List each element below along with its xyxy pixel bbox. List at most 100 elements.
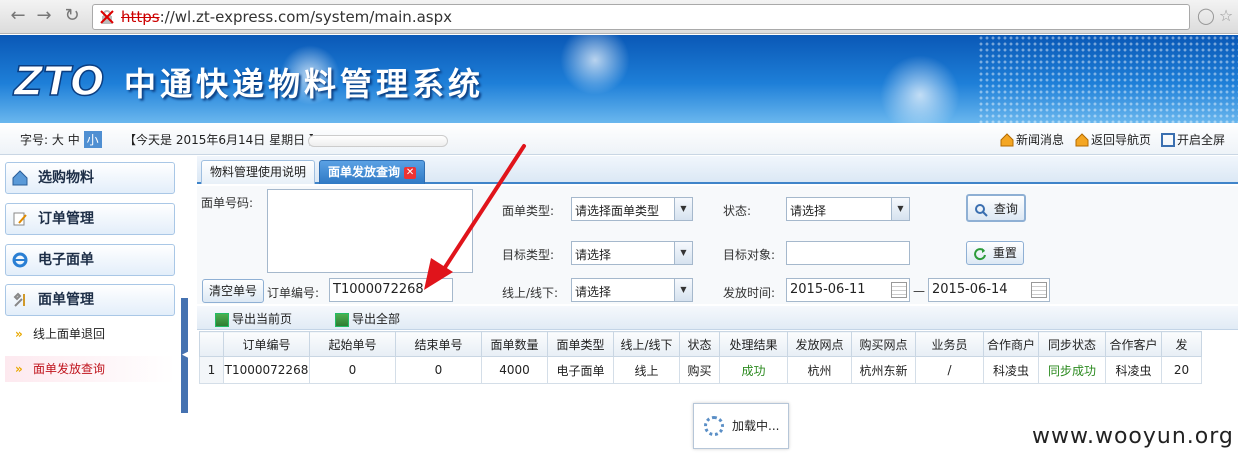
calendar-icon[interactable] bbox=[1031, 282, 1047, 298]
news-link-label: 新闻消息 bbox=[1016, 133, 1065, 147]
system-title: 中通快递物料管理系统 bbox=[124, 65, 485, 103]
cell-sync-status: 同步成功 bbox=[1038, 356, 1106, 384]
browser-toolbar: ← → ↻ https://wl.zt-express.com/system/m… bbox=[0, 0, 1238, 34]
sidebar-item-label: 选购物料 bbox=[38, 170, 94, 186]
column-header[interactable]: 结束单号 bbox=[395, 331, 482, 357]
sidebar-sub-online-return[interactable]: » 线上面单退回 bbox=[5, 321, 175, 347]
waybill-no-textarea[interactable] bbox=[267, 189, 473, 273]
sidebar-sub-issue-query[interactable]: » 面单发放查询 bbox=[5, 356, 175, 382]
export-all-button[interactable]: 导出全部 bbox=[335, 310, 400, 327]
home-icon bbox=[1075, 132, 1089, 146]
query-button-label: 查询 bbox=[993, 202, 1018, 216]
sidebar-item-waybill-mgmt[interactable]: 面单管理 bbox=[5, 284, 175, 316]
column-header[interactable]: 合作商户 bbox=[983, 331, 1039, 357]
column-header[interactable]: 发 bbox=[1161, 331, 1202, 357]
sidebar-item-e-waybill[interactable]: 电子面单 bbox=[5, 244, 175, 276]
tab-label: 面单发放查询 bbox=[328, 165, 401, 179]
news-link[interactable]: 新闻消息 bbox=[1000, 131, 1064, 148]
watermark: www.wooyun.org bbox=[1032, 424, 1234, 449]
back-arrow-icon[interactable]: ← bbox=[8, 6, 28, 26]
query-button[interactable]: 查询 bbox=[966, 194, 1026, 222]
waybill-type-label: 面单类型: bbox=[502, 204, 555, 218]
home-icon bbox=[1000, 132, 1014, 146]
font-medium-option[interactable]: 中 bbox=[68, 133, 80, 147]
dropdown-arrow-icon: ▼ bbox=[674, 242, 692, 264]
magnifier-icon bbox=[975, 203, 988, 217]
font-size-label: 字号: bbox=[20, 133, 49, 147]
column-header[interactable]: 购买网点 bbox=[851, 331, 916, 357]
column-header[interactable]: 业务员 bbox=[915, 331, 984, 357]
column-header[interactable]: 订单编号 bbox=[223, 331, 310, 357]
status-select[interactable]: 请选择 ▼ bbox=[786, 197, 910, 221]
banner-glow bbox=[560, 35, 630, 95]
target-object-input[interactable] bbox=[786, 241, 910, 265]
fullscreen-link[interactable]: 开启全屏 bbox=[1161, 131, 1225, 148]
font-size-switcher: 字号: 大 中 小 bbox=[20, 131, 102, 148]
zto-logo: ZTO bbox=[12, 58, 105, 103]
target-type-select[interactable]: 请选择 ▼ bbox=[571, 241, 693, 265]
tab-label: 物料管理使用说明 bbox=[210, 165, 307, 179]
close-icon[interactable]: ✕ bbox=[404, 166, 417, 179]
online-offline-select[interactable]: 请选择 ▼ bbox=[571, 278, 693, 302]
clear-waybill-button[interactable]: 清空单号 bbox=[202, 279, 265, 303]
shield-icon[interactable]: ◯ bbox=[1196, 6, 1216, 26]
double-chevron-icon: » bbox=[15, 327, 23, 341]
tab-issue-query[interactable]: 面单发放查询 ✕ bbox=[319, 160, 426, 184]
column-header[interactable]: 同步状态 bbox=[1038, 331, 1106, 357]
column-header[interactable]: 起始单号 bbox=[309, 331, 396, 357]
star-icon[interactable]: ☆ bbox=[1216, 6, 1236, 26]
banner-glow bbox=[880, 55, 960, 123]
cell-waybill-type: 电子面单 bbox=[547, 356, 614, 384]
sidebar-item-label: 电子面单 bbox=[38, 252, 94, 268]
target-type-label: 目标类型: bbox=[502, 248, 555, 262]
sidebar-sub-label: 面单发放查询 bbox=[33, 362, 106, 376]
sidebar-item-orders[interactable]: 订单管理 bbox=[5, 203, 175, 235]
column-header[interactable]: 面单类型 bbox=[547, 331, 614, 357]
cell-buy-site: 杭州东新 bbox=[851, 356, 916, 384]
column-header[interactable]: 发放网点 bbox=[787, 331, 852, 357]
tab-usage-guide[interactable]: 物料管理使用说明 bbox=[201, 160, 316, 184]
column-header[interactable]: 处理结果 bbox=[719, 331, 788, 357]
fullscreen-icon bbox=[1161, 132, 1175, 147]
cell-salesman: / bbox=[915, 356, 984, 384]
reset-button-label: 重置 bbox=[992, 246, 1017, 260]
main-panel: 物料管理使用说明 面单发放查询 ✕ 面单号码: 清空单号 订单编号: T10000… bbox=[197, 156, 1238, 467]
sidebar-item-label: 面单管理 bbox=[38, 292, 94, 308]
address-bar[interactable]: https://wl.zt-express.com/system/main.as… bbox=[92, 4, 1190, 30]
column-header[interactable]: 线上/线下 bbox=[613, 331, 680, 357]
cell-issue-site: 杭州 bbox=[787, 356, 852, 384]
date-to-value: 2015-06-14 bbox=[932, 282, 1008, 297]
font-large-option[interactable]: 大 bbox=[52, 133, 64, 147]
calendar-icon[interactable] bbox=[891, 282, 907, 298]
date-separator: — bbox=[913, 284, 925, 298]
world-map-decoration bbox=[978, 35, 1238, 123]
waybill-type-select[interactable]: 请选择面单类型 ▼ bbox=[571, 197, 693, 221]
order-no-input[interactable]: T1000072268 bbox=[329, 278, 453, 302]
loading-text: 加载中... bbox=[732, 419, 780, 433]
header-banner: ZTO 中通快递物料管理系统 bbox=[0, 35, 1238, 123]
online-offline-value: 请选择 bbox=[575, 285, 612, 299]
column-header[interactable]: 面单数量 bbox=[481, 331, 548, 357]
table-row[interactable]: 1 T1000072268 0 0 4000 电子面单 线上 购买 成功 杭州 … bbox=[199, 356, 1202, 384]
forward-arrow-icon[interactable]: → bbox=[34, 6, 54, 26]
order-no-label: 订单编号: bbox=[267, 286, 320, 300]
dropdown-arrow-icon: ▼ bbox=[891, 198, 909, 220]
cell-result: 成功 bbox=[719, 356, 788, 384]
date-from-input[interactable]: 2015-06-11 bbox=[786, 278, 910, 302]
loading-popup: 加载中... bbox=[693, 403, 789, 449]
row-number: 1 bbox=[199, 356, 224, 384]
back-nav-link[interactable]: 返回导航页 bbox=[1075, 131, 1151, 148]
reset-button[interactable]: 重置 bbox=[966, 241, 1024, 265]
reload-icon[interactable]: ↻ bbox=[62, 6, 82, 26]
issue-time-label: 发放时间: bbox=[723, 286, 776, 300]
export-page-button[interactable]: 导出当前页 bbox=[215, 310, 292, 327]
search-form: 面单号码: 清空单号 订单编号: T1000072268 面单类型: 请选择面单… bbox=[197, 186, 1238, 304]
waybill-no-label: 面单号码: bbox=[201, 196, 254, 210]
column-header[interactable]: 合作客户 bbox=[1105, 331, 1162, 357]
font-small-option[interactable]: 小 bbox=[83, 131, 102, 148]
sidebar-item-purchase[interactable]: 选购物料 bbox=[5, 162, 175, 194]
url-path: ://wl.zt-express.com/system/main.aspx bbox=[159, 8, 452, 26]
date-to-input[interactable]: 2015-06-14 bbox=[928, 278, 1050, 302]
excel-icon bbox=[335, 312, 349, 327]
column-header[interactable]: 状态 bbox=[679, 331, 720, 357]
